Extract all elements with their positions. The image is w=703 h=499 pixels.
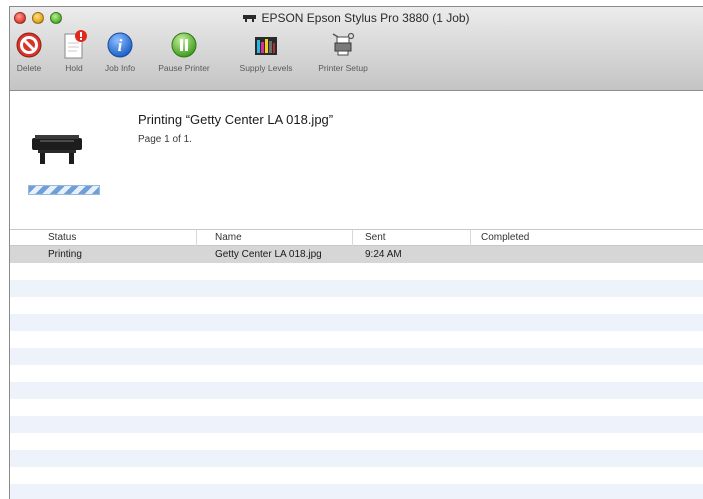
column-header-name[interactable]: Name bbox=[215, 232, 242, 243]
table-header: Status Name Sent Completed bbox=[10, 229, 703, 246]
supply-levels-label: Supply Levels bbox=[239, 63, 293, 73]
column-header-status[interactable]: Status bbox=[48, 232, 76, 243]
empty-row bbox=[10, 280, 703, 297]
empty-row bbox=[10, 331, 703, 348]
pause-printer-button[interactable]: Pause Printer bbox=[152, 28, 216, 73]
column-header-completed[interactable]: Completed bbox=[481, 232, 529, 243]
printer-setup-button[interactable]: Printer Setup bbox=[314, 28, 372, 73]
delete-icon bbox=[13, 28, 45, 62]
pause-printer-label: Pause Printer bbox=[158, 63, 210, 73]
printer-setup-icon bbox=[327, 28, 359, 62]
job-table: Status Name Sent Completed Printing Gett… bbox=[10, 229, 703, 499]
printer-icon bbox=[243, 15, 257, 22]
table-row[interactable]: Printing Getty Center LA 018.jpg 9:24 AM bbox=[10, 246, 703, 263]
printer-setup-label: Printer Setup bbox=[318, 63, 368, 73]
empty-row bbox=[10, 297, 703, 314]
column-header-sent[interactable]: Sent bbox=[365, 232, 386, 243]
empty-row bbox=[10, 365, 703, 382]
supply-levels-button[interactable]: Supply Levels bbox=[234, 28, 298, 73]
job-title: Printing “Getty Center LA 018.jpg” bbox=[138, 112, 334, 127]
column-divider[interactable] bbox=[470, 230, 471, 246]
supply-levels-icon bbox=[250, 28, 282, 62]
svg-text:i: i bbox=[118, 36, 123, 55]
empty-row bbox=[10, 450, 703, 467]
job-info-label: Job Info bbox=[104, 63, 136, 73]
empty-row bbox=[10, 416, 703, 433]
empty-row bbox=[10, 314, 703, 331]
cell-status: Printing bbox=[48, 249, 82, 260]
empty-row bbox=[10, 263, 703, 280]
title-toolbar-area: EPSON Epson Stylus Pro 3880 (1 Job) Dele… bbox=[10, 7, 703, 91]
current-job-panel: Printing “Getty Center LA 018.jpg” Page … bbox=[10, 92, 703, 229]
pause-icon bbox=[168, 28, 200, 62]
print-queue-window: EPSON Epson Stylus Pro 3880 (1 Job) Dele… bbox=[9, 6, 703, 499]
printer-icon bbox=[32, 135, 82, 164]
window-title: EPSON Epson Stylus Pro 3880 (1 Job) bbox=[10, 11, 703, 25]
cell-name: Getty Center LA 018.jpg bbox=[215, 249, 322, 260]
column-divider[interactable] bbox=[352, 230, 353, 246]
column-divider[interactable] bbox=[196, 230, 197, 246]
empty-row bbox=[10, 382, 703, 399]
hold-button[interactable]: Hold bbox=[60, 28, 88, 73]
cell-sent: 9:24 AM bbox=[365, 249, 402, 260]
delete-button[interactable]: Delete bbox=[10, 28, 48, 73]
table-body: Printing Getty Center LA 018.jpg 9:24 AM bbox=[10, 246, 703, 499]
window-title-text: EPSON Epson Stylus Pro 3880 (1 Job) bbox=[261, 11, 470, 25]
info-icon: i bbox=[104, 28, 136, 62]
job-page-count: Page 1 of 1. bbox=[138, 134, 192, 145]
empty-row bbox=[10, 348, 703, 365]
job-info-button[interactable]: i Job Info bbox=[100, 28, 140, 73]
print-progress-bar bbox=[28, 185, 100, 195]
hold-label: Hold bbox=[65, 63, 83, 73]
delete-label: Delete bbox=[16, 63, 42, 73]
empty-row bbox=[10, 433, 703, 450]
hold-icon bbox=[58, 28, 90, 62]
empty-row bbox=[10, 399, 703, 416]
empty-row bbox=[10, 467, 703, 484]
empty-row bbox=[10, 484, 703, 499]
